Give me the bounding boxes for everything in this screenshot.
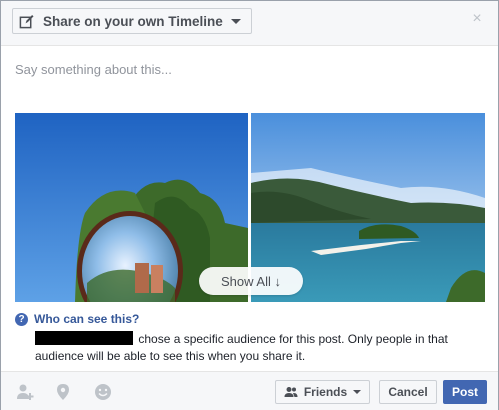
audience-selector-label: Friends xyxy=(303,385,348,399)
who-can-see-label: Who can see this? xyxy=(34,312,140,326)
audience-notice: ? Who can see this? chose a specific aud… xyxy=(15,312,485,365)
composer-input[interactable] xyxy=(15,59,485,79)
caret-down-icon xyxy=(230,18,241,24)
share-destination-label: Share on your own Timeline xyxy=(43,13,223,29)
cancel-button[interactable]: Cancel xyxy=(379,380,437,404)
question-circle-icon: ? xyxy=(15,312,28,326)
redacted-name xyxy=(35,331,133,345)
pencil-square-icon xyxy=(19,13,35,29)
dialog-header: Share on your own Timeline × xyxy=(1,1,498,46)
who-can-see-link[interactable]: ? Who can see this? xyxy=(15,312,485,326)
tag-friends-icon[interactable] xyxy=(15,382,35,402)
post-button[interactable]: Post xyxy=(443,380,487,404)
audience-description: chose a specific audience for this post.… xyxy=(35,331,485,365)
share-dialog: Share on your own Timeline × Say somethi… xyxy=(0,0,499,410)
check-in-icon[interactable] xyxy=(53,382,73,402)
dialog-footer: Friends Cancel Post xyxy=(1,371,498,410)
feeling-icon[interactable] xyxy=(93,382,113,402)
caret-down-icon xyxy=(353,390,362,394)
audience-selector-button[interactable]: Friends xyxy=(275,380,370,404)
close-icon[interactable]: × xyxy=(468,10,486,28)
friends-icon xyxy=(284,387,298,397)
show-all-button[interactable]: Show All ↓ xyxy=(199,267,303,295)
share-destination-dropdown[interactable]: Share on your own Timeline xyxy=(12,8,252,34)
